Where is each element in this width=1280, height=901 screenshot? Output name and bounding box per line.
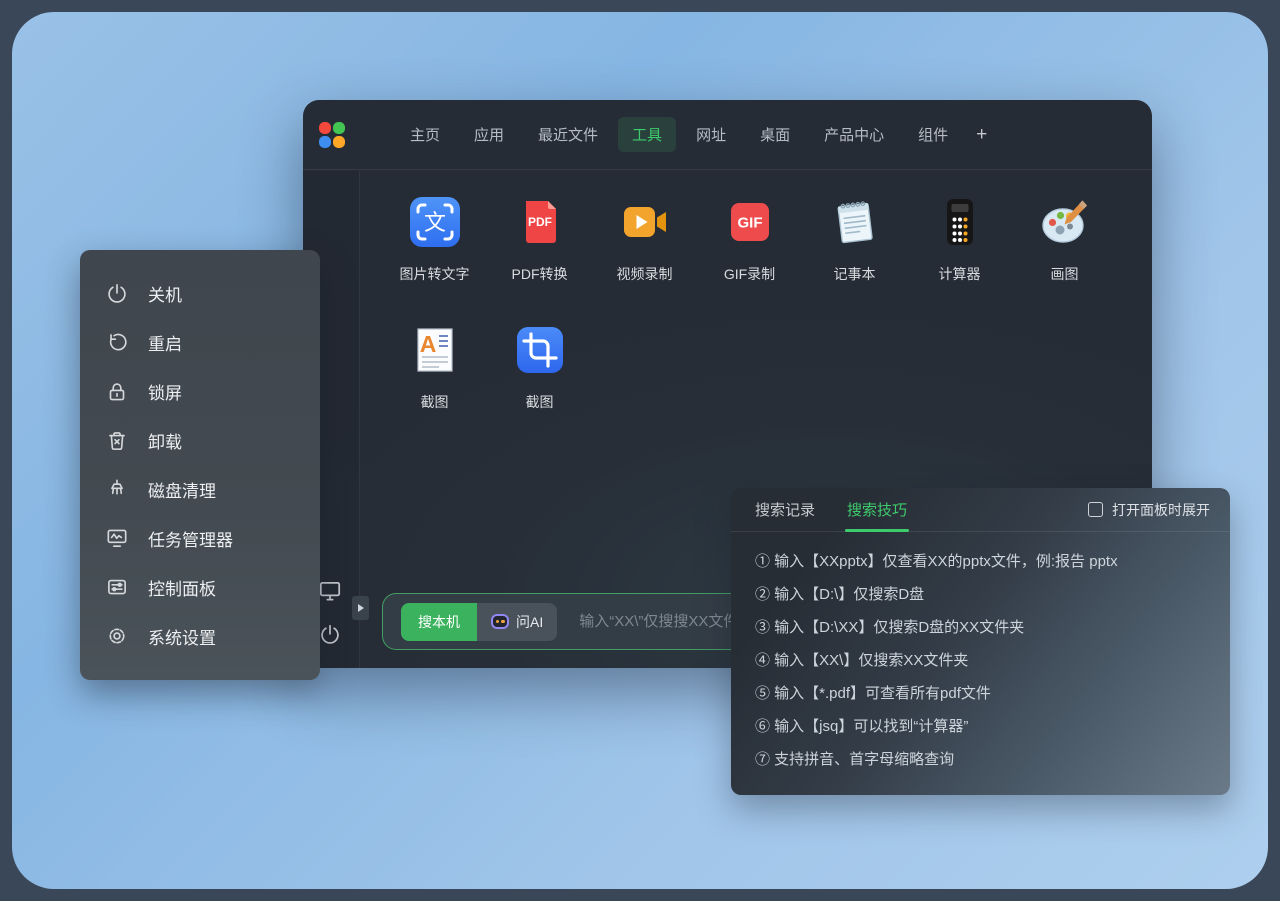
menu-item-disk-clean[interactable]: 磁盘清理	[80, 476, 320, 502]
menu-item-task-manager[interactable]: 任务管理器	[80, 525, 320, 551]
tip-row: ⑤ 输入【*.pdf】可查看所有pdf文件	[755, 677, 1206, 710]
tool-item-paint[interactable]: 画图	[1012, 196, 1117, 284]
tool-label: 记事本	[834, 264, 876, 284]
menu-label: 关机	[148, 281, 182, 306]
tab-home[interactable]: 主页	[396, 117, 454, 152]
tab-search-tips[interactable]: 搜索技巧	[847, 488, 907, 532]
tab-product-center[interactable]: 产品中心	[810, 117, 898, 152]
add-tab-button[interactable]: +	[968, 120, 995, 150]
expand-arrow-button[interactable]	[352, 596, 369, 620]
tip-row: ① 输入【XXpptx】仅查看XX的pptx文件，例:报告 pptx	[755, 545, 1206, 578]
power-icon[interactable]	[317, 622, 343, 648]
svg-text:GIF: GIF	[737, 215, 762, 232]
tips-header: 搜索记录 搜索技巧 打开面板时展开	[731, 488, 1230, 532]
tip-row: ③ 输入【D:\XX】仅搜索D盘的XX文件夹	[755, 611, 1206, 644]
ask-ai-label: 问AI	[516, 612, 543, 632]
restart-icon	[104, 330, 130, 356]
menu-item-system-settings[interactable]: 系统设置	[80, 623, 320, 649]
gif-record-icon: GIF	[724, 196, 776, 248]
tool-item-screenshot-crop[interactable]: 截图	[487, 324, 592, 412]
app-logo-icon[interactable]	[319, 122, 345, 148]
search-local-button[interactable]: 搜本机	[401, 603, 477, 641]
menu-label: 卸载	[148, 428, 182, 453]
window-header: 主页 应用 最近文件 工具 网址 桌面 产品中心 组件 +	[303, 100, 1152, 170]
power-icon	[104, 281, 130, 307]
tool-item-ocr[interactable]: 文 图片转文字	[382, 196, 487, 284]
paint-icon	[1039, 196, 1091, 248]
disk-clean-icon	[104, 476, 130, 502]
search-tips-panel: 搜索记录 搜索技巧 打开面板时展开 ① 输入【XXpptx】仅查看XX的pptx…	[731, 488, 1230, 795]
uninstall-icon	[104, 428, 130, 454]
tab-recent-files[interactable]: 最近文件	[524, 117, 612, 152]
menu-item-shutdown[interactable]: 关机	[80, 281, 320, 307]
robot-icon	[491, 614, 509, 629]
svg-text:文: 文	[423, 210, 445, 235]
tip-row: ⑥ 输入【jsq】可以找到“计算器”	[755, 710, 1206, 743]
tab-widgets[interactable]: 组件	[904, 117, 962, 152]
tool-label: GIF录制	[724, 264, 775, 284]
tool-item-gif-record[interactable]: GIF GIF录制	[697, 196, 802, 284]
menu-label: 任务管理器	[148, 526, 233, 551]
menu-item-uninstall[interactable]: 卸载	[80, 428, 320, 454]
tool-label: 截图	[526, 392, 554, 412]
checkbox-icon[interactable]	[1088, 502, 1103, 517]
tool-label: 画图	[1051, 264, 1079, 284]
tip-row: ⑦ 支持拼音、首字母缩略查询	[755, 743, 1206, 776]
pdf-icon: PDF	[514, 196, 566, 248]
svg-text:A: A	[419, 331, 436, 357]
menu-label: 系统设置	[148, 624, 216, 649]
tool-label: PDF转换	[512, 264, 568, 284]
power-context-menu: 关机 重启 锁屏 卸载 磁盘清理 任	[80, 250, 320, 680]
expand-on-open-option[interactable]: 打开面板时展开	[1088, 500, 1210, 520]
menu-item-control-panel[interactable]: 控制面板	[80, 574, 320, 600]
svg-text:PDF: PDF	[528, 215, 552, 229]
tool-label: 图片转文字	[400, 264, 470, 284]
search-mode-switch: 搜本机 问AI	[401, 603, 557, 641]
menu-label: 控制面板	[148, 575, 216, 600]
menu-label: 锁屏	[148, 379, 182, 404]
tool-item-pdf-convert[interactable]: PDF PDF转换	[487, 196, 592, 284]
tab-apps[interactable]: 应用	[460, 117, 518, 152]
settings-icon	[104, 623, 130, 649]
ask-ai-button[interactable]: 问AI	[477, 603, 557, 641]
tool-item-screenshot-doc[interactable]: A 截图	[382, 324, 487, 412]
tip-row: ④ 输入【XX\】仅搜索XX文件夹	[755, 644, 1206, 677]
crop-icon	[514, 324, 566, 376]
tools-grid: 文 图片转文字 PDF PDF转换 视频录制 GIF	[382, 196, 1132, 452]
notepad-icon	[829, 196, 881, 248]
tips-list: ① 输入【XXpptx】仅查看XX的pptx文件，例:报告 pptx ② 输入【…	[731, 532, 1230, 776]
tool-label: 视频录制	[617, 264, 673, 284]
tab-bar: 主页 应用 最近文件 工具 网址 桌面 产品中心 组件 +	[393, 117, 998, 152]
ocr-icon: 文	[409, 196, 461, 248]
tool-item-screen-record[interactable]: 视频录制	[592, 196, 697, 284]
control-panel-icon	[104, 574, 130, 600]
tool-label: 计算器	[939, 264, 981, 284]
lock-icon	[104, 379, 130, 405]
tab-search-history[interactable]: 搜索记录	[755, 488, 815, 532]
menu-item-restart[interactable]: 重启	[80, 330, 320, 356]
tab-urls[interactable]: 网址	[682, 117, 740, 152]
tool-label: 截图	[421, 392, 449, 412]
video-record-icon	[619, 196, 671, 248]
display-icon[interactable]	[317, 578, 343, 604]
tool-item-notepad[interactable]: 记事本	[802, 196, 907, 284]
menu-label: 重启	[148, 330, 182, 355]
task-manager-icon	[104, 525, 130, 551]
wordpad-icon: A	[409, 324, 461, 376]
menu-label: 磁盘清理	[148, 477, 216, 502]
tab-desktop[interactable]: 桌面	[746, 117, 804, 152]
tab-tools[interactable]: 工具	[618, 117, 676, 152]
calculator-icon	[934, 196, 986, 248]
tip-row: ② 输入【D:\】仅搜索D盘	[755, 578, 1206, 611]
tool-item-calculator[interactable]: 计算器	[907, 196, 1012, 284]
menu-item-lock-screen[interactable]: 锁屏	[80, 379, 320, 405]
expand-on-open-label: 打开面板时展开	[1112, 500, 1210, 520]
